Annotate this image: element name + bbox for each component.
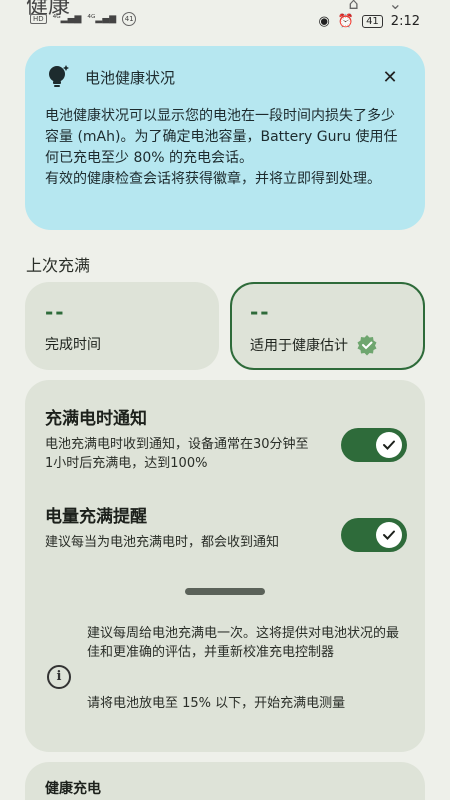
signal2-icon: ⁴ᴳ▂▄▆ (87, 14, 117, 24)
info-paragraph-1: 电池健康状况可以显示您的电池在一段时间内损失了多少容量 (mAh)。为了确定电池… (45, 108, 398, 166)
battery-health-info-card: 电池健康状况 ✕ 电池健康状况可以显示您的电池在一段时间内损失了多少容量 (mA… (25, 46, 425, 230)
health-estimate-label: 适用于健康估计 (250, 334, 405, 356)
health-estimate-label-text: 适用于健康估计 (250, 338, 348, 354)
share-icon[interactable]: ⌂ (348, 0, 358, 13)
toggle-knob (376, 522, 402, 548)
drag-handle[interactable] (185, 588, 265, 595)
battery-icon: 41 (362, 15, 383, 28)
info-title: 电池健康状况 (85, 68, 176, 87)
status-bar: 健康 ⌂ ⌄ HD ⁴ᴳ▂▄▆ ⁴ᴳ▂▄▆ 41 ◉ ⏰ 41 2:12 (0, 0, 450, 34)
check-icon (383, 440, 395, 450)
signal-icon: ⁴ᴳ▂▄▆ (52, 14, 82, 24)
healthy-charging-title: 健康充电 (45, 781, 101, 797)
full-charge-reminder-desc: 建议每当为电池充满电时，都会收到通知 (45, 535, 280, 550)
notification-settings-card: 充满电时通知 电池充满电时收到通知，设备通常在30分钟至1小时后充满电，达到10… (25, 380, 425, 752)
completion-time-label: 完成时间 (45, 334, 199, 354)
check-icon (383, 530, 395, 540)
full-charge-notify-desc: 电池充满电时收到通知，设备通常在30分钟至1小时后充满电，达到100% (45, 437, 309, 471)
toggle-knob (376, 432, 402, 458)
completion-time-value: -- (45, 300, 66, 324)
completion-time-card: -- 完成时间 (25, 282, 219, 370)
notification-icon: 41 (122, 12, 137, 26)
weekly-charge-tip: 建议每周给电池充满电一次。这将提供对电池状况的最佳和更准确的评估，并重新校准充电… (87, 626, 400, 660)
info-paragraph-2: 有效的健康检查会话将获得徽章，并将立即得到处理。 (45, 171, 381, 187)
more-icon[interactable]: ⌄ (389, 0, 402, 13)
status-right: ◉ ⏰ 41 2:12 (319, 14, 420, 29)
hd-icon: HD (30, 14, 47, 24)
full-charge-reminder-setting: 电量充满提醒 建议每当为电池充满电时，都会收到通知 (45, 502, 407, 552)
full-charge-notify-toggle[interactable] (341, 428, 407, 462)
top-actions: ⌂ ⌄ (348, 0, 402, 13)
verified-badge-icon (357, 335, 377, 356)
eye-icon: ◉ (318, 14, 330, 29)
alarm-icon: ⏰ (337, 14, 355, 29)
info-icon: i (47, 665, 71, 689)
health-estimate-card[interactable]: -- 适用于健康估计 (230, 282, 425, 370)
discharge-tip: 请将电池放电至 15% 以下，开始充满电测量 (87, 696, 346, 711)
full-charge-notify-setting: 充满电时通知 电池充满电时收到通知，设备通常在30分钟至1小时后充满电，达到10… (45, 404, 407, 473)
section-title-last-full-charge: 上次充满 (26, 256, 91, 275)
clock: 2:12 (390, 14, 420, 29)
healthy-charging-card[interactable]: 健康充电 (25, 762, 425, 800)
full-charge-notify-title: 充满电时通知 (45, 409, 147, 429)
health-estimate-value: -- (250, 300, 271, 324)
status-left: HD ⁴ᴳ▂▄▆ ⁴ᴳ▂▄▆ 41 (30, 12, 137, 26)
close-icon[interactable]: ✕ (375, 67, 405, 88)
lightbulb-icon (49, 65, 69, 87)
completion-time-label-text: 完成时间 (45, 337, 101, 353)
full-charge-reminder-toggle[interactable] (341, 518, 407, 552)
